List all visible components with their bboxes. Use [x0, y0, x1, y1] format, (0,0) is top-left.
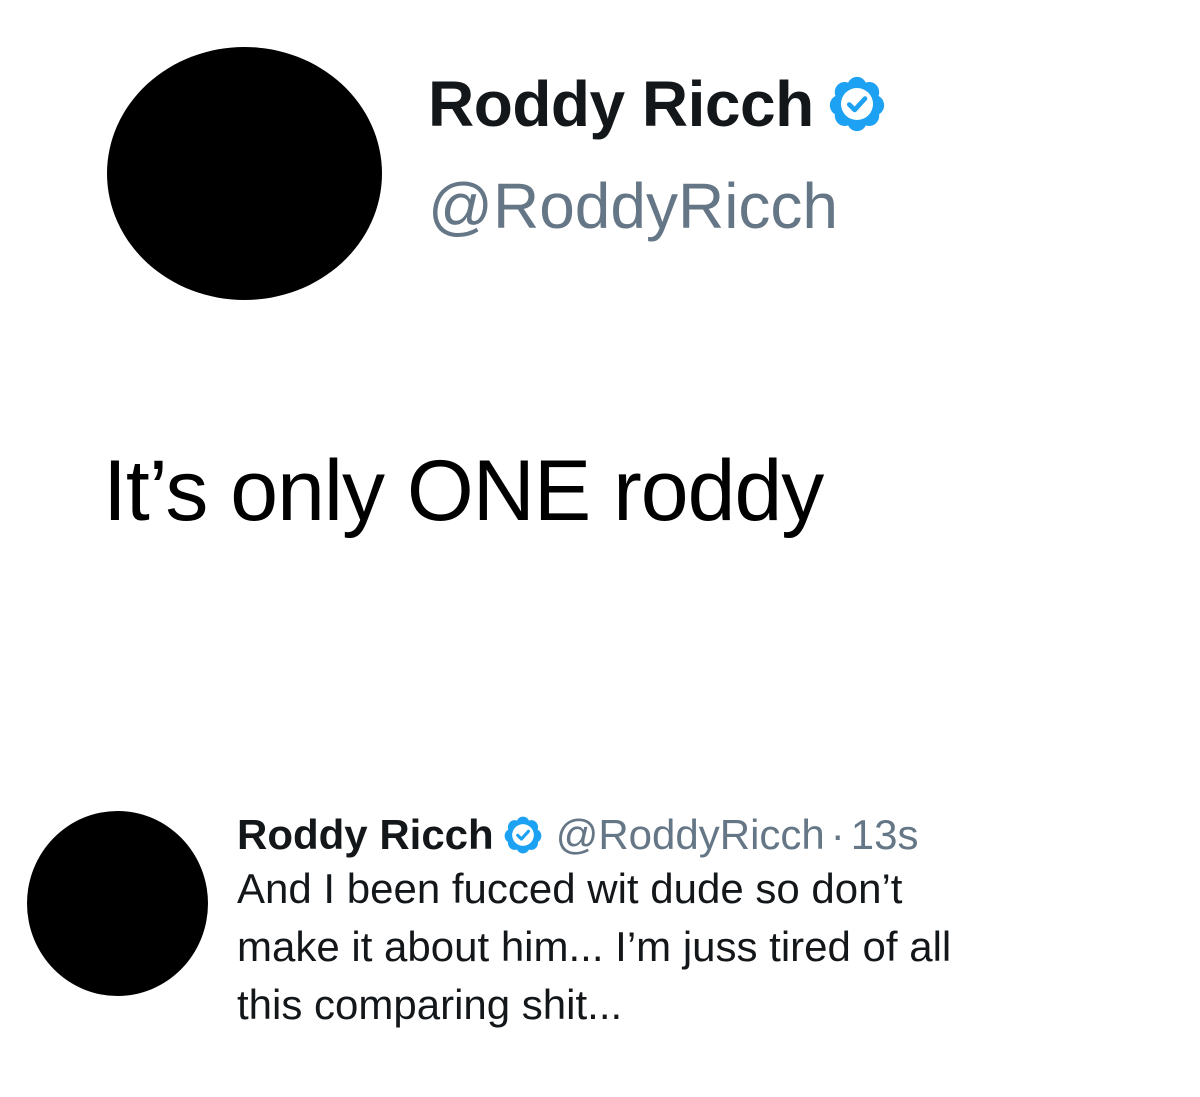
tweet-text-line: And I been fucced wit dude so don’t: [237, 865, 903, 912]
verified-badge-icon: [504, 816, 542, 854]
tweet-header: Roddy Ricch @RoddyRicch · 13s: [237, 814, 918, 856]
handle[interactable]: @RoddyRicch: [556, 814, 825, 856]
tweet-text-line: this comparing shit...: [237, 981, 623, 1028]
verified-badge-icon: [829, 76, 884, 132]
display-name[interactable]: Roddy Ricch: [428, 72, 814, 136]
separator-dot: ·: [830, 811, 845, 858]
handle[interactable]: @RoddyRicch: [428, 174, 838, 238]
tweet-header: Roddy Ricch: [428, 72, 888, 136]
tweet-text: And I been fucced wit dude so don’t make…: [237, 860, 1177, 1034]
avatar[interactable]: [27, 811, 208, 996]
tweet-text-line: make it about him... I’m juss tired of a…: [237, 923, 952, 970]
display-name[interactable]: Roddy Ricch: [237, 814, 494, 856]
avatar[interactable]: [107, 47, 382, 300]
tweet-text: It’s only ONE roddy: [103, 443, 824, 539]
timestamp[interactable]: 13s: [851, 814, 919, 856]
